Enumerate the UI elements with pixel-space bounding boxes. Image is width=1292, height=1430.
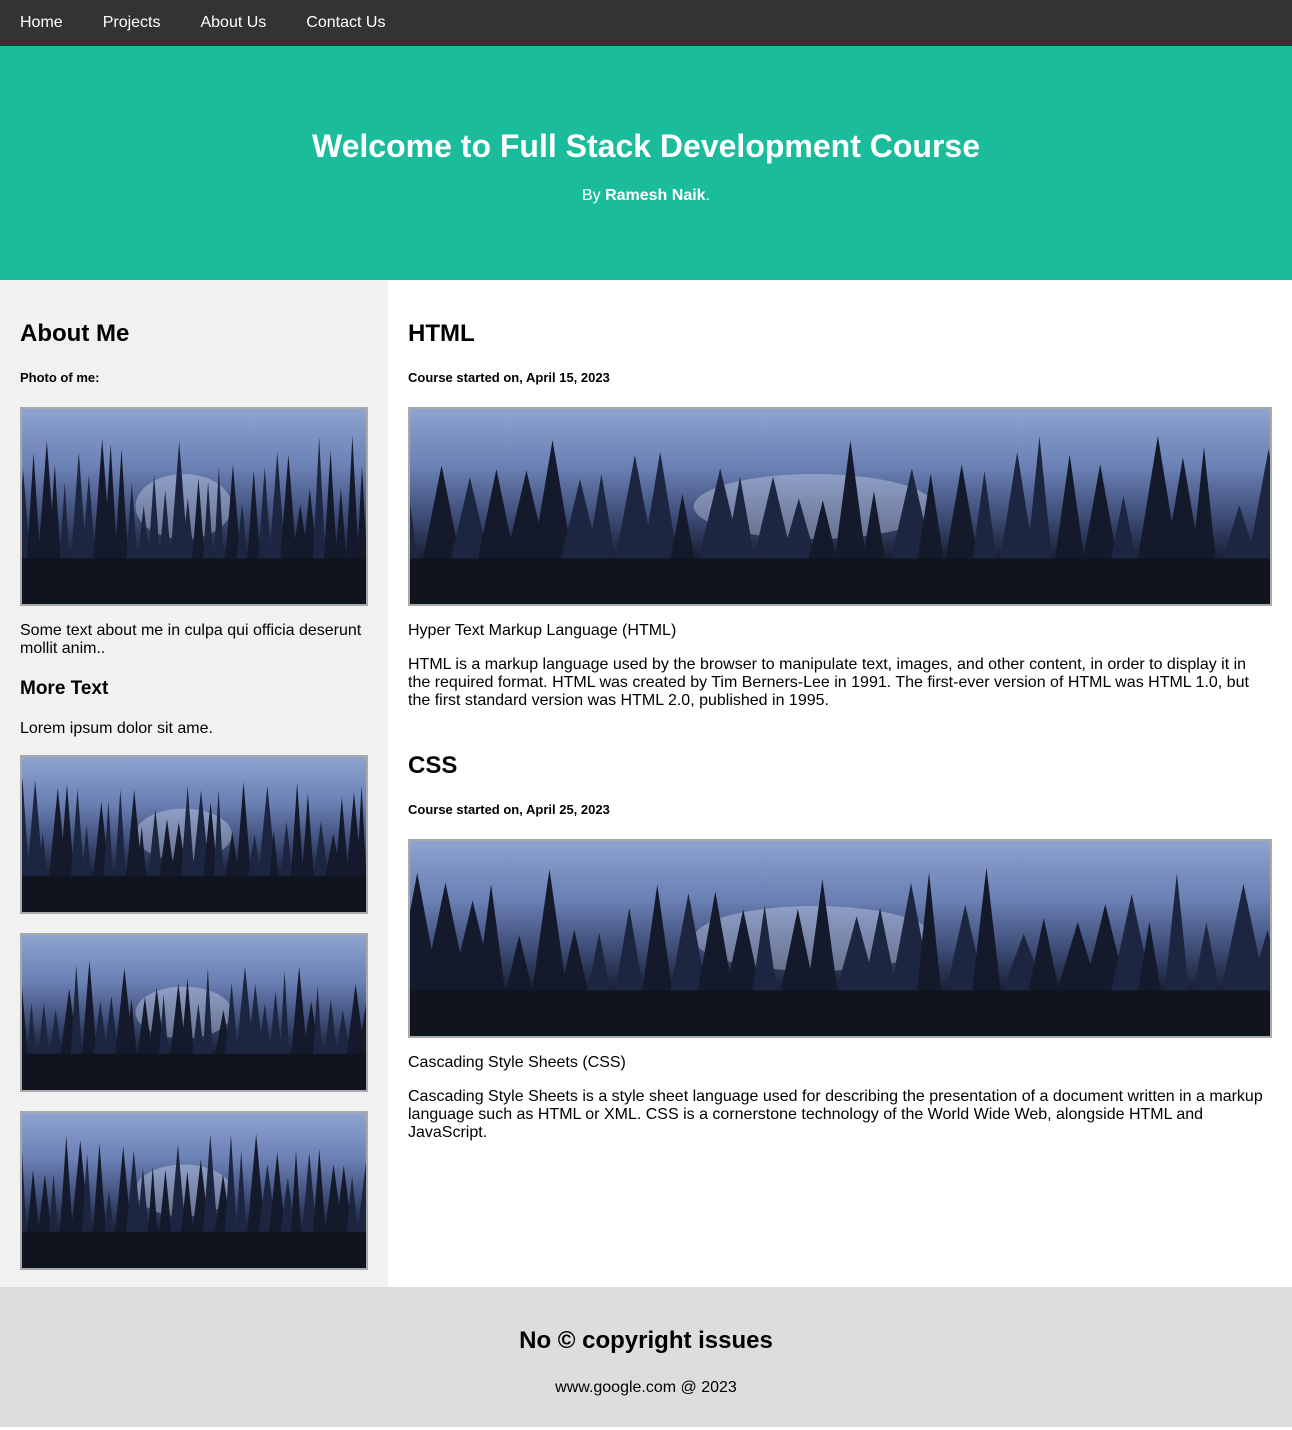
sidebar: About Me Photo of me: Some text about me…: [0, 280, 388, 1287]
nav-link-contact-us[interactable]: Contact Us: [286, 0, 405, 46]
forest-photo-graphic: [22, 778, 366, 912]
author-name: Ramesh Naik: [605, 187, 706, 204]
photo-label: Photo of me:: [20, 370, 100, 385]
section-image: [408, 407, 1272, 606]
sidebar-heading: About Me: [20, 320, 130, 347]
nav-link-home[interactable]: Home: [0, 0, 83, 46]
page-title: Welcome to Full Stack Development Course: [311, 128, 980, 164]
sidebar-image: [20, 933, 368, 1092]
nav-link-about-us[interactable]: About Us: [180, 0, 286, 46]
more-text-body: Lorem ipsum dolor sit ame.: [20, 720, 213, 737]
sidebar-image: [20, 755, 368, 914]
footer: No © copyright issues www.google.com @ 2…: [0, 1287, 1292, 1427]
byline-suffix: .: [705, 187, 711, 204]
footer-text: www.google.com @ 2023: [555, 1379, 737, 1396]
footer-heading: No © copyright issues: [519, 1327, 773, 1354]
forest-photo-graphic: [410, 436, 1270, 604]
byline-prefix: By: [581, 187, 606, 204]
section-caption: Cascading Style Sheets (CSS): [408, 1054, 626, 1071]
sidebar-image: [20, 1111, 368, 1270]
forest-photo-graphic: [22, 960, 366, 1090]
profile-photo: [20, 407, 368, 606]
course-section-css: CSS Course started on, April 25, 2023 Ca…: [408, 752, 1272, 1142]
hero-header: Welcome to Full Stack Development Course…: [0, 46, 1292, 280]
section-image: [408, 839, 1272, 1038]
section-caption: Hyper Text Markup Language (HTML): [408, 622, 677, 639]
content-row: About Me Photo of me: Some text about me…: [0, 280, 1292, 1287]
course-section-html: HTML Course started on, April 15, 2023 H…: [408, 320, 1272, 710]
about-text: Some text about me in culpa qui officia …: [20, 622, 362, 657]
main-content: HTML Course started on, April 15, 2023 H…: [388, 280, 1292, 1287]
forest-photo-graphic: [410, 867, 1270, 1036]
section-body: HTML is a markup language used by the br…: [408, 656, 1249, 709]
section-title: CSS: [408, 752, 458, 779]
forest-photo-graphic: [22, 435, 366, 604]
more-text-heading: More Text: [20, 678, 109, 699]
nav-link-projects[interactable]: Projects: [83, 0, 181, 46]
top-navbar: Home Projects About Us Contact Us: [0, 0, 1292, 46]
section-title: HTML: [408, 320, 475, 347]
section-date: Course started on, April 25, 2023: [408, 802, 610, 817]
hero-byline: By Ramesh Naik.: [0, 187, 1292, 205]
forest-photo-graphic: [22, 1133, 366, 1268]
section-date: Course started on, April 15, 2023: [408, 370, 610, 385]
section-body: Cascading Style Sheets is a style sheet …: [408, 1088, 1263, 1141]
